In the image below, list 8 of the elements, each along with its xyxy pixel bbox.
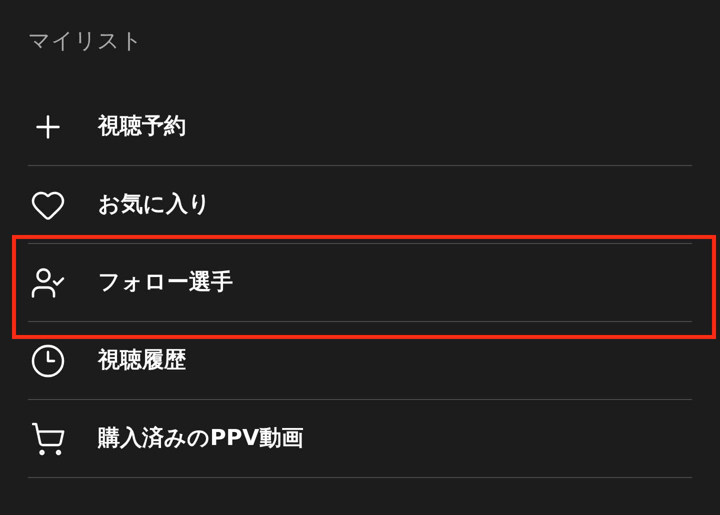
menu-item[interactable]: 視聴予約: [98, 110, 186, 143]
menu-item[interactable]: 購入済みのPPV動画: [98, 422, 304, 455]
cart-icon: [30, 420, 66, 456]
clock-icon: [30, 342, 66, 378]
menu-item[interactable]: フォロー選手: [98, 266, 233, 299]
menu-item[interactable]: お気に入り: [98, 188, 211, 221]
menu-item[interactable]: 視聴履歴: [98, 344, 186, 377]
section-heading: マイリスト: [28, 28, 143, 56]
